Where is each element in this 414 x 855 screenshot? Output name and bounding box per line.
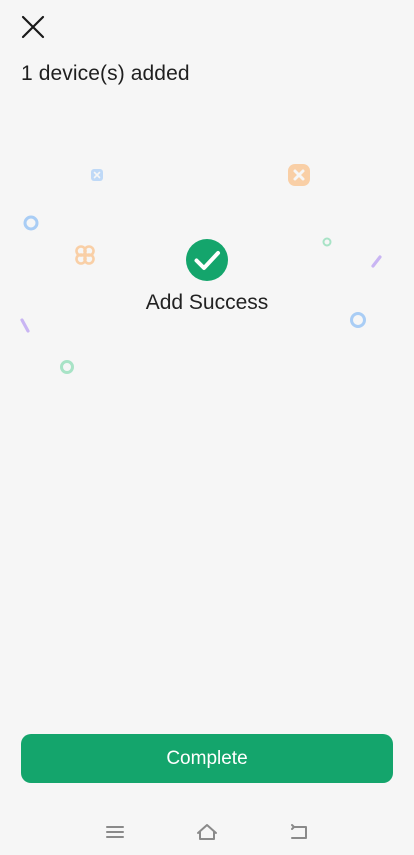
nav-home-button[interactable] bbox=[192, 818, 222, 846]
confetti-dash-purple-left bbox=[20, 318, 30, 333]
confetti-decoration bbox=[20, 164, 382, 374]
confetti-x-blue bbox=[91, 169, 103, 181]
system-nav-bar bbox=[0, 810, 414, 854]
confetti-clover-peach bbox=[75, 245, 95, 265]
confetti-ring-blue-left bbox=[23, 215, 39, 231]
confetti-ring-blue-right bbox=[350, 312, 366, 328]
home-icon bbox=[197, 824, 217, 840]
back-icon bbox=[291, 824, 307, 839]
confetti-ring-green-small bbox=[322, 237, 332, 247]
status-text: Add Success bbox=[145, 291, 269, 314]
confetti-dash-purple-right bbox=[371, 255, 382, 268]
nav-back-button[interactable] bbox=[284, 818, 314, 846]
menu-icon bbox=[106, 826, 124, 838]
confetti-x-peach bbox=[288, 164, 310, 186]
complete-button[interactable]: Complete bbox=[21, 734, 393, 783]
confetti-ring-green-left bbox=[60, 360, 74, 374]
check-circle-icon bbox=[186, 239, 228, 281]
nav-menu-button[interactable] bbox=[100, 818, 130, 846]
